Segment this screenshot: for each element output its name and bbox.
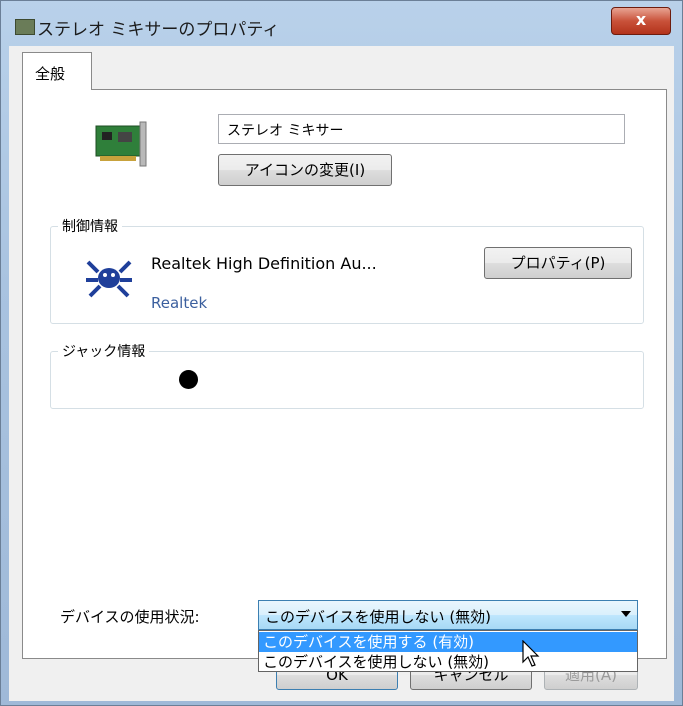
realtek-crab-icon: [86, 260, 132, 298]
sound-card-image-icon: [95, 121, 147, 167]
device-name-input[interactable]: ステレオ ミキサー: [218, 114, 625, 144]
dropdown-option-enable[interactable]: このデバイスを使用する (有効): [259, 632, 637, 652]
change-icon-button[interactable]: アイコンの変更(I): [218, 154, 392, 186]
dropdown-option-disable[interactable]: このデバイスを使用しない (無効): [259, 652, 637, 672]
title-bar[interactable]: ステレオ ミキサーのプロパティ x: [1, 1, 682, 43]
device-usage-dropdown-list: このデバイスを使用する (有効) このデバイスを使用しない (無効): [258, 630, 638, 672]
driver-name: Realtek High Definition Au...: [151, 254, 377, 273]
control-info-label: 制御情報: [58, 216, 122, 236]
device-usage-select[interactable]: このデバイスを使用しない (無効): [258, 600, 638, 630]
properties-button[interactable]: プロパティ(P): [484, 247, 632, 279]
chevron-down-icon[interactable]: [621, 611, 631, 617]
close-button[interactable]: x: [611, 7, 671, 35]
sound-card-icon: [15, 19, 35, 35]
mouse-cursor-icon: [522, 640, 540, 667]
jack-color-dot-icon: [179, 370, 198, 389]
device-usage-label: デバイスの使用状況:: [60, 608, 200, 626]
driver-vendor: Realtek: [151, 294, 208, 312]
device-usage-selected-value: このデバイスを使用しない (無効): [265, 608, 492, 626]
window-title: ステレオ ミキサーのプロパティ: [37, 20, 280, 40]
tab-general[interactable]: 全般: [22, 52, 92, 90]
jack-info-label: ジャック情報: [58, 341, 150, 361]
